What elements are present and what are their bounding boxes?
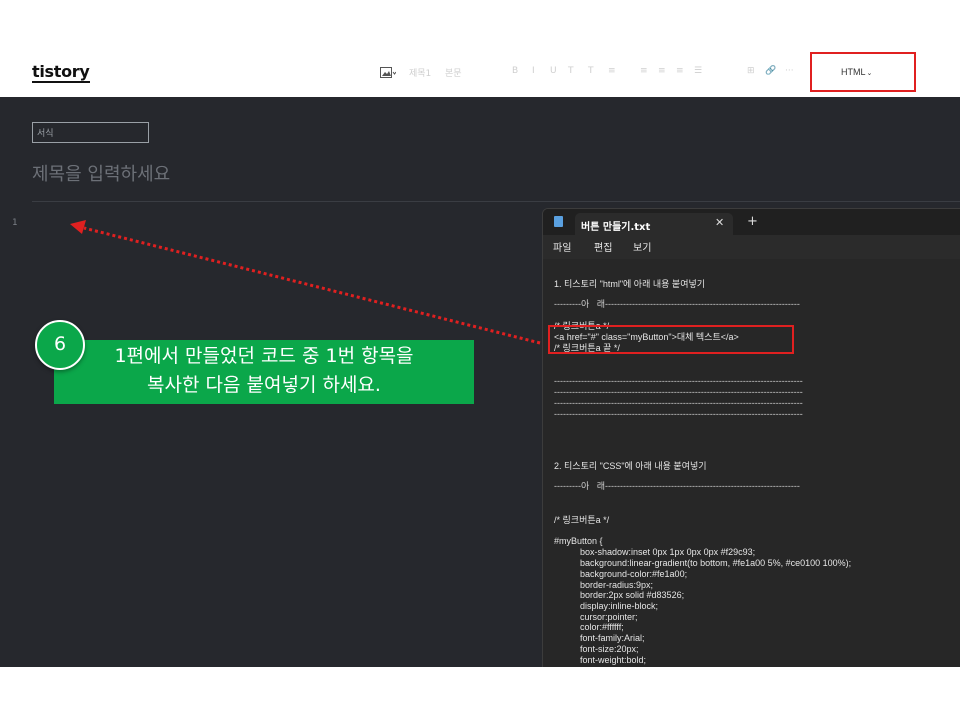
notepad-icon (554, 216, 563, 227)
text-line: #myButton { (554, 536, 603, 546)
text-line: box-shadow:inset 0px 1px 0px 0px #f29c93… (580, 547, 756, 557)
text-line: ---------아 래----------------------------… (554, 481, 800, 491)
highlighted-code-box (548, 325, 794, 354)
text-line: ----------------------------------------… (554, 376, 803, 386)
heading-select[interactable]: 제목1 (409, 66, 431, 79)
step-number: 6 (53, 333, 67, 355)
notepad-tab[interactable]: 버튼 만들기.txt ✕ (575, 213, 733, 235)
text-line: ----------------------------------------… (554, 387, 803, 397)
text-line: color:#ffffff; (580, 622, 624, 632)
notepad-titlebar: 버튼 만들기.txt ✕ + (543, 209, 960, 235)
link-button[interactable]: 🔗 (765, 66, 776, 76)
text-line: font-weight:bold; (580, 655, 647, 665)
bg-color-button[interactable]: ≡ (608, 66, 616, 76)
table-button[interactable]: ⊞ (747, 66, 755, 76)
new-tab-icon[interactable]: + (747, 214, 758, 229)
text-line: border:2px solid #d83526; (580, 590, 685, 600)
font-color-button[interactable]: T (588, 66, 594, 76)
bottom-margin (0, 667, 960, 720)
align-right-button[interactable]: ≡ (676, 66, 684, 76)
strike-button[interactable]: T (568, 66, 574, 76)
menu-edit[interactable]: 편집 (594, 239, 612, 254)
title-input[interactable]: 제목을 입력하세요 (32, 160, 170, 186)
text-line: ----------------------------------------… (554, 409, 803, 419)
italic-button[interactable]: I (532, 66, 535, 76)
text-line: font-size:20px; (580, 644, 639, 654)
editor-toolbar: tistory 제목1 본문 B I U T T ≡ ≡ ≡ ≡ ☰ ⊞ 🔗 ·… (0, 48, 960, 97)
text-line: ---------아 래----------------------------… (554, 299, 800, 309)
text-line: /* 링크버튼a */ (554, 515, 610, 525)
notepad-tab-title: 버튼 만들기.txt (581, 222, 651, 233)
close-icon[interactable]: ✕ (715, 216, 724, 229)
align-left-button[interactable]: ≡ (640, 66, 648, 76)
text-line: 2. 티스토리 "CSS"에 아래 내용 붙여넣기 (554, 461, 707, 471)
notepad-menubar: 파일 편집 보기 (543, 235, 960, 259)
tistory-logo[interactable]: tistory (32, 62, 90, 83)
notepad-window: 버튼 만들기.txt ✕ + 파일 편집 보기 1. 티스토리 "html"에 … (542, 208, 960, 667)
more-button[interactable]: ··· (785, 66, 794, 76)
html-mode-label: HTML⌄ (841, 67, 873, 77)
chevron-down-icon: ⌄ (866, 70, 873, 77)
title-divider (32, 201, 960, 202)
text-line: background:linear-gradient(to bottom, #f… (580, 558, 852, 568)
text-line: background-color:#fe1a00; (580, 569, 688, 579)
instruction-line-1: 1편에서 만들었던 코드 중 1번 항목을 (114, 345, 414, 367)
paragraph-select[interactable]: 본문 (445, 66, 462, 79)
align-center-button[interactable]: ≡ (658, 66, 666, 76)
instruction-line-2: 복사한 다음 붙여넣기 하세요. (147, 374, 381, 396)
format-select-label: 서식 (37, 129, 54, 139)
html-mode-button[interactable]: HTML⌄ (810, 52, 916, 92)
format-select[interactable]: 서식 (32, 122, 149, 143)
menu-file[interactable]: 파일 (553, 239, 571, 254)
notepad-text-area[interactable]: 1. 티스토리 "html"에 아래 내용 붙여넣기 ---------아 래-… (543, 259, 960, 667)
image-icon[interactable] (380, 67, 397, 82)
bold-button[interactable]: B (512, 66, 518, 76)
step-badge: 6 (35, 320, 85, 370)
underline-button[interactable]: U (550, 66, 557, 76)
instruction-callout: 1편에서 만들었던 코드 중 1번 항목을 복사한 다음 붙여넣기 하세요. (54, 340, 474, 404)
list-button[interactable]: ☰ (694, 66, 702, 76)
line-number: 1 (12, 218, 18, 228)
text-line: display:inline-block; (580, 601, 659, 611)
instruction-text: 1편에서 만들었던 코드 중 1번 항목을 복사한 다음 붙여넣기 하세요. (54, 342, 474, 400)
text-line: font-family:Arial; (580, 633, 645, 643)
text-line: 1. 티스토리 "html"에 아래 내용 붙여넣기 (554, 279, 706, 289)
tutorial-screenshot: tistory 제목1 본문 B I U T T ≡ ≡ ≡ ≡ ☰ ⊞ 🔗 ·… (0, 0, 960, 720)
text-line: ----------------------------------------… (554, 398, 803, 408)
menu-view[interactable]: 보기 (633, 239, 651, 254)
